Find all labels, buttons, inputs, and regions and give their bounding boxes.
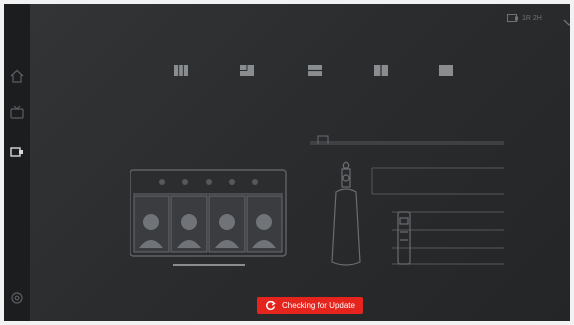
microphone-illustration (331, 161, 361, 266)
display-illustration (130, 169, 287, 266)
home-icon[interactable] (9, 68, 25, 84)
main-panel: 1R 2H Checking for Update (30, 4, 570, 321)
chevron-down-icon[interactable] (562, 15, 570, 26)
layout-split-icon[interactable] (239, 64, 255, 77)
status-text: 1R 2H (522, 15, 542, 22)
display-icon (507, 14, 518, 22)
display-input-icon[interactable] (9, 144, 25, 160)
settings-icon[interactable] (9, 290, 25, 306)
connection-lines (310, 135, 504, 265)
layout-stack-icon[interactable] (307, 64, 323, 77)
setup-illustration (130, 135, 504, 266)
layout-columns-icon[interactable] (373, 64, 389, 77)
update-status-badge: Checking for Update (257, 297, 363, 314)
layout-full-icon[interactable] (438, 64, 454, 77)
sidebar (4, 4, 30, 321)
display-status: 1R 2H (507, 14, 542, 23)
app-window: 1R 2H Checking for Update (4, 4, 570, 321)
layout-grid-icon[interactable] (173, 64, 189, 77)
tv-icon[interactable] (9, 104, 25, 120)
refresh-icon (266, 300, 276, 311)
update-status-label: Checking for Update (282, 301, 355, 310)
remote-illustration (397, 211, 411, 265)
